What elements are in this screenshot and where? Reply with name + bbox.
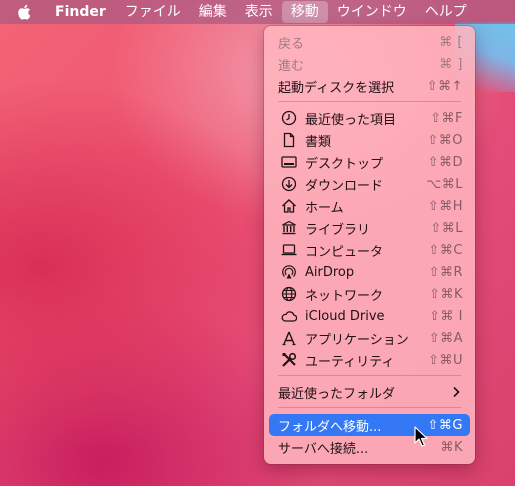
menu-window[interactable]: ウインドウ [328,0,416,24]
menu-help[interactable]: ヘルプ [416,0,476,24]
menu-item-back: 戻る ⌘ [ [278,34,463,52]
menu-separator [278,375,461,376]
menu-item-applications[interactable]: アプリケーション ⇧⌘A [269,327,470,349]
chevron-right-icon [453,386,460,398]
menu-bar: Finder ファイル 編集 表示 移動 ウインドウ ヘルプ [0,0,515,24]
airdrop-icon [282,265,296,279]
menu-item-computer[interactable]: コンピュータ ⇧⌘C [269,239,470,261]
library-icon [282,220,296,235]
computer-icon [281,244,297,256]
menu-item-network[interactable]: ネットワーク ⇧⌘K [269,283,470,305]
menu-view[interactable]: 表示 [236,0,282,24]
network-icon [281,286,297,302]
menu-item-library[interactable]: ライブラリ ⇧⌘L [269,217,470,239]
menu-item-go-to-folder[interactable]: フォルダへ移動... ⇧⌘G [269,414,470,436]
menu-item-airdrop[interactable]: AirDrop ⇧⌘R [269,261,470,283]
menu-item-recent-folders[interactable]: 最近使ったフォルダ [269,381,470,403]
menu-item-utilities[interactable]: ユーティリティ ⇧⌘U [269,349,470,371]
go-menu-dropdown: 戻る ⌘ [ 進む ⌘ ] 起動ディスクを選択 ⇧⌘↑ 最近使った項目 ⇧⌘F … [264,26,475,464]
desktop-icon [281,156,297,168]
menu-edit[interactable]: 編集 [190,0,236,24]
menu-item-recents[interactable]: 最近使った項目 ⇧⌘F [269,107,470,129]
menu-item-desktop[interactable]: デスクトップ ⇧⌘D [269,151,470,173]
apple-icon[interactable] [17,4,31,20]
menu-separator [278,101,461,102]
menu-item-documents[interactable]: 書類 ⇧⌘O [269,129,470,151]
menu-finder[interactable]: Finder [45,0,116,24]
menu-go[interactable]: 移動 [281,1,328,23]
menu-file[interactable]: ファイル [116,0,190,24]
menu-item-forward: 進む ⌘ ] [278,56,463,74]
document-icon [283,132,295,148]
menu-item-downloads[interactable]: ダウンロード ⌥⌘L [269,173,470,195]
menu-item-startup-disk[interactable]: 起動ディスクを選択 ⇧⌘↑ [269,75,470,97]
home-icon [282,199,296,213]
applications-icon [282,331,296,346]
download-icon [281,176,297,192]
menu-item-home[interactable]: ホーム ⇧⌘H [269,195,470,217]
menu-separator [278,407,461,408]
clock-icon [281,110,297,126]
menu-item-connect-server[interactable]: サーバへ接続... ⌘K [269,436,470,458]
mouse-cursor-icon [414,426,428,447]
cloud-icon [281,311,297,322]
utilities-icon [282,352,297,367]
menu-item-icloud-drive[interactable]: iCloud Drive ⇧⌘ I [269,305,470,327]
